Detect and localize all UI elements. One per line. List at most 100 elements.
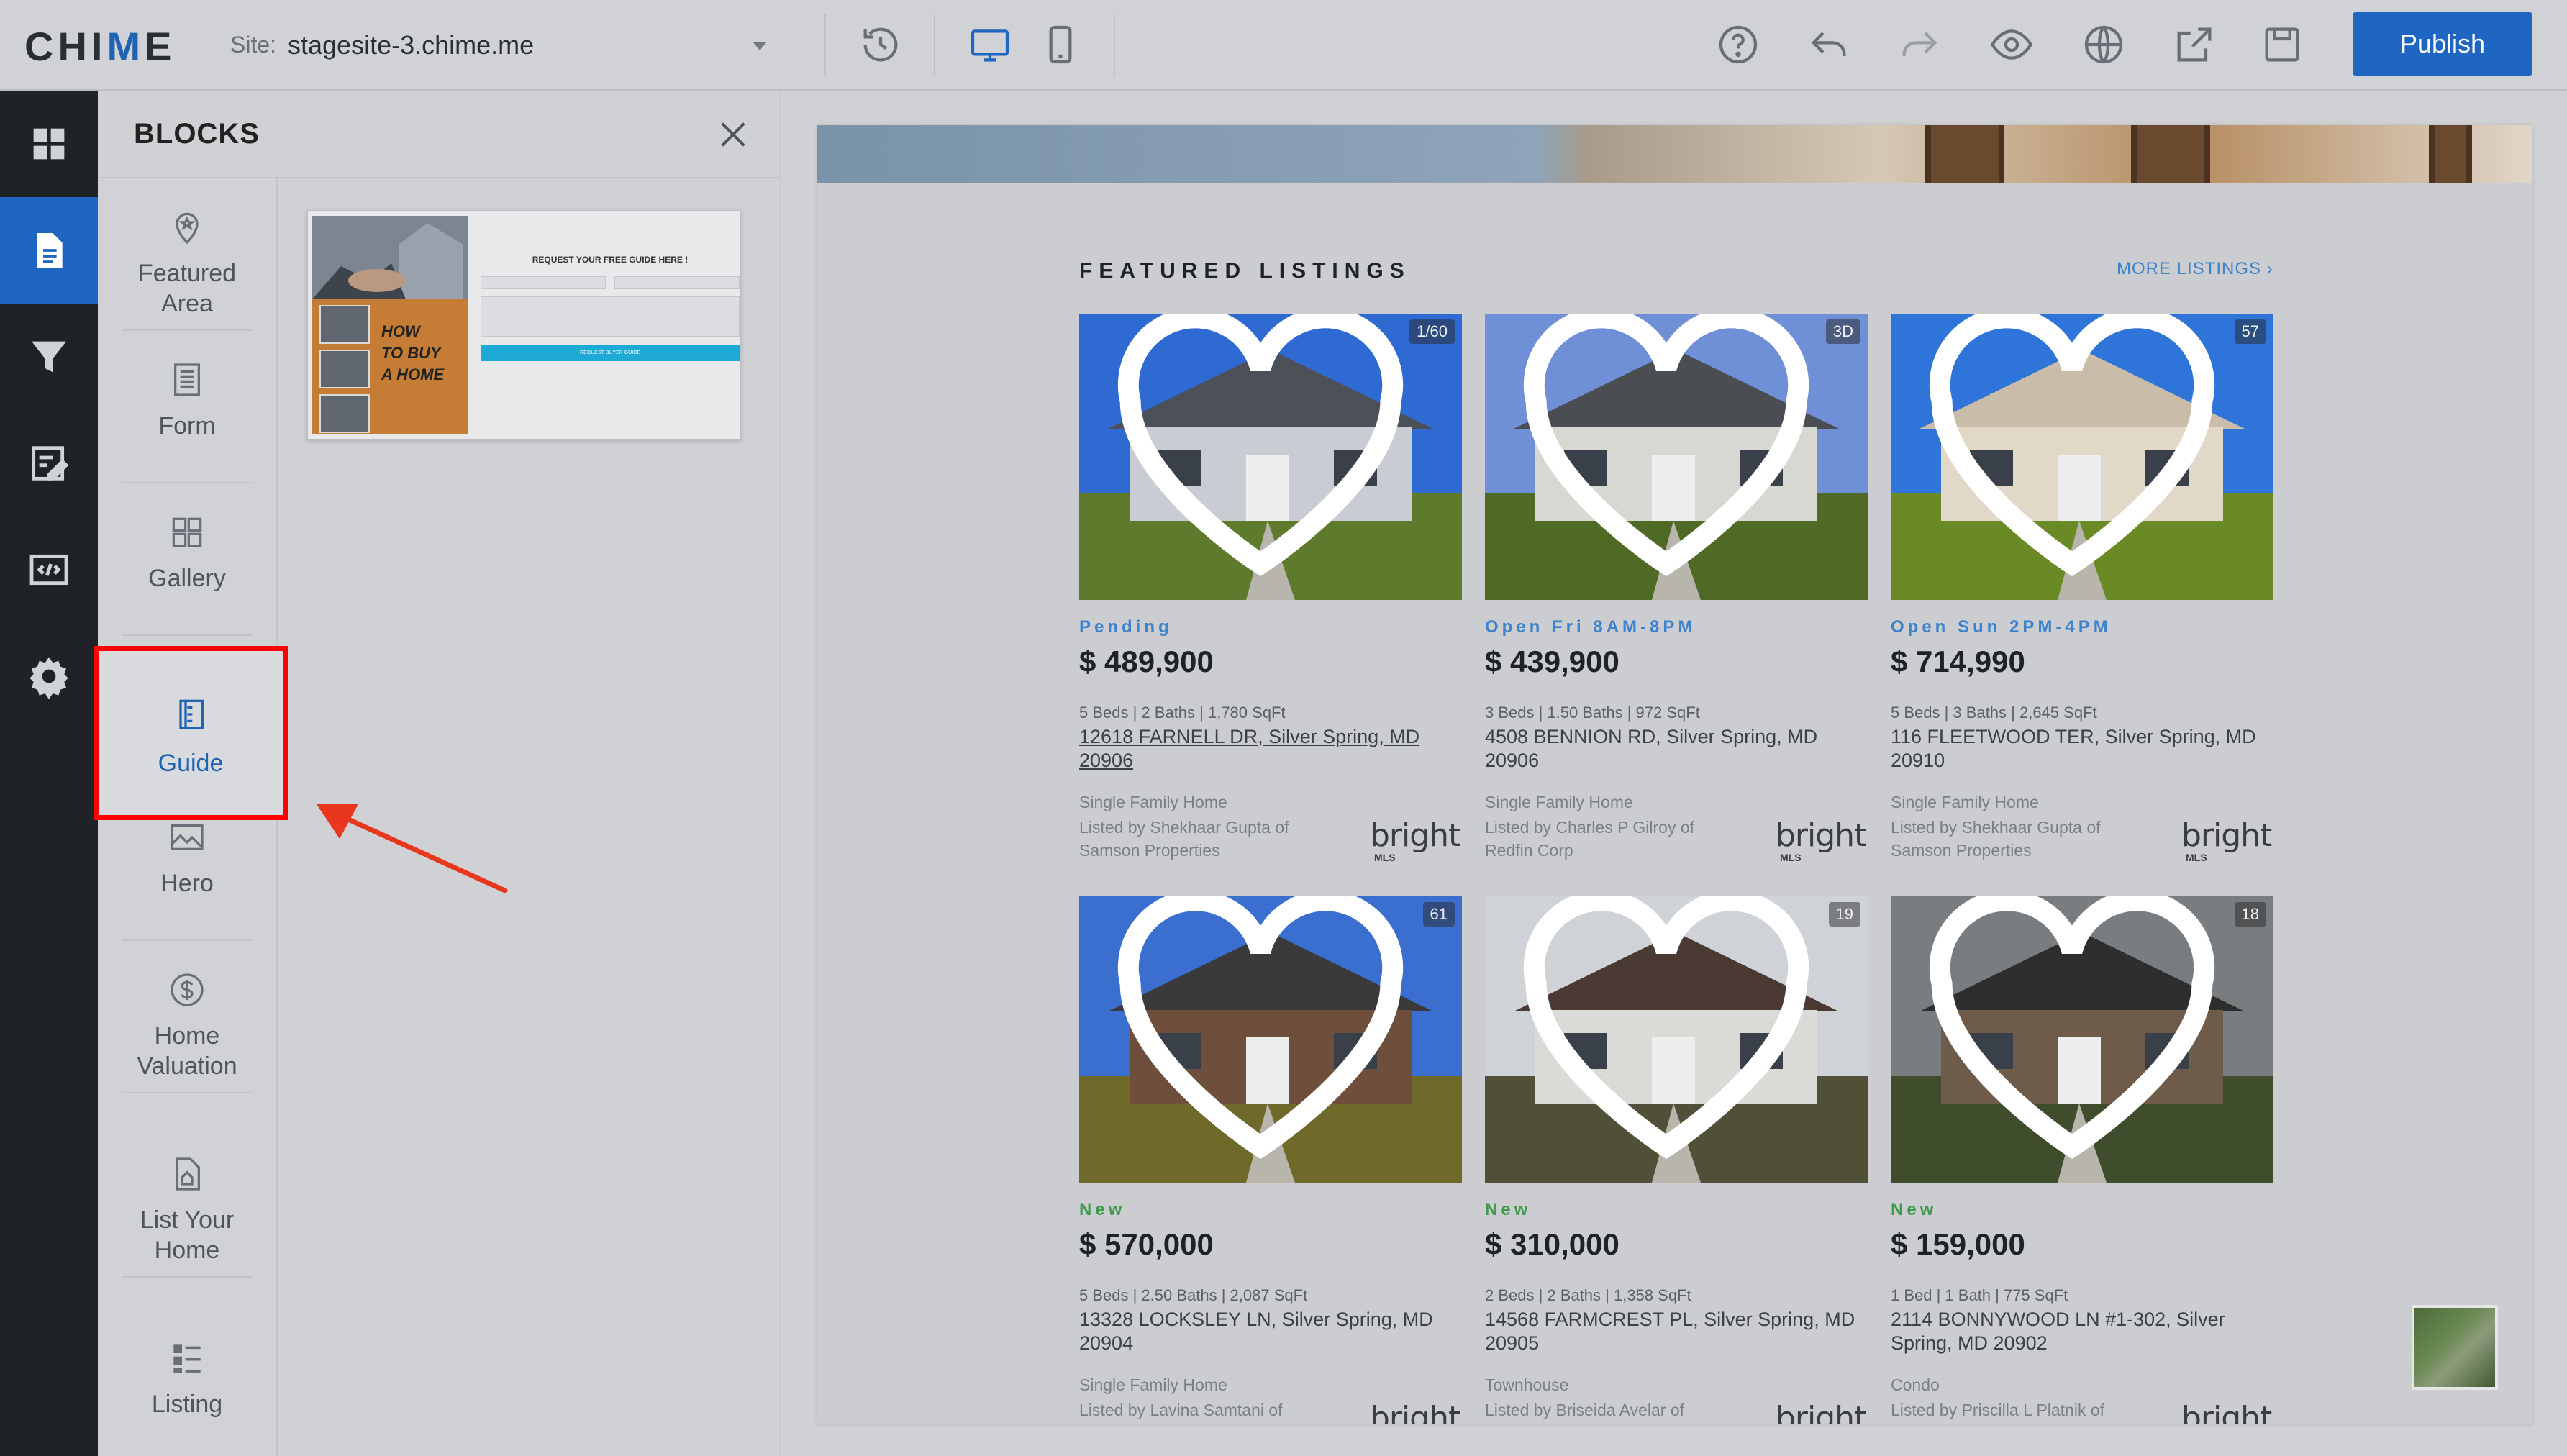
- document-house-icon: [176, 1157, 200, 1191]
- export-icon[interactable]: [2171, 22, 2217, 68]
- block-label: Valuation: [137, 1052, 237, 1080]
- dollar-icon: [171, 973, 204, 1006]
- block-label: Featured: [137, 260, 237, 287]
- listing-address[interactable]: 4508 BENNION RD, Silver Spring, MD 20906: [1485, 725, 1859, 773]
- rail-item-dashboard[interactable]: [0, 91, 98, 197]
- blocks-header: BLOCKS: [98, 91, 781, 178]
- image-icon: [171, 824, 204, 850]
- listing-agent: Listed by Charles P Gilroy of Redfin Cor…: [1485, 818, 1695, 860]
- rail-item-edit[interactable]: [0, 410, 98, 517]
- publish-button[interactable]: Publish: [2353, 12, 2532, 76]
- chime-logo[interactable]: CHIME: [24, 23, 176, 70]
- listing-card[interactable]: 3D Open Fri 8AM-8PM $ 439,900 3 Beds | 1.50…: [1485, 314, 1868, 882]
- more-listings-link[interactable]: MORE LISTINGS ›: [2117, 259, 2273, 279]
- preview-field: [481, 296, 740, 337]
- heart-icon[interactable]: [1891, 896, 2263, 1173]
- panel-title: BLOCKS: [134, 118, 260, 150]
- listing-price: $ 439,900: [1485, 645, 1619, 678]
- listing-type: Townhouse: [1485, 1375, 1569, 1394]
- listing-address[interactable]: 14568 FARMCREST PL, Silver Spring, MD 20…: [1485, 1308, 1859, 1355]
- listing-photo[interactable]: 18: [1891, 896, 2273, 1183]
- help-icon[interactable]: [1715, 22, 1761, 68]
- undo-icon[interactable]: [1806, 22, 1852, 68]
- mls-logo-sub: MLS: [1374, 852, 1396, 863]
- listing-status: Open Sun 2PM-4PM: [1891, 617, 2112, 637]
- page-canvas: FEATURED LISTINGS MORE LISTINGS › 1/60 Pe…: [817, 125, 2532, 1424]
- mls-logo: bright: [1776, 817, 1866, 854]
- desktop-icon[interactable]: [967, 22, 1013, 68]
- redo-icon[interactable]: [1896, 22, 1943, 68]
- listing-agent: Listed by Shekhaar Gupta of Samson Prope…: [1891, 818, 2101, 860]
- heart-icon[interactable]: [1079, 314, 1452, 590]
- globe-icon[interactable]: [2081, 22, 2127, 68]
- settings-icon: [29, 657, 68, 699]
- preview-title: REQUEST YOUR FREE GUIDE HERE !: [532, 255, 689, 265]
- listing-card[interactable]: 19 New $ 310,000 2 Beds | 2 Baths | 1,358 S…: [1485, 896, 1868, 1424]
- list-icon: [173, 1344, 201, 1373]
- block-label: Area: [161, 290, 213, 317]
- preview-image: HOW TO BUY A HOME: [312, 216, 468, 434]
- history-icon[interactable]: [858, 22, 904, 68]
- heart-icon[interactable]: [1079, 896, 1452, 1173]
- listing-address[interactable]: 12618 FARNELL DR, Silver Spring, MD 2090…: [1079, 725, 1453, 773]
- site-selector[interactable]: stagesite-3.chime.me: [288, 30, 534, 60]
- block-guide-highlighted[interactable]: Guide: [99, 651, 283, 815]
- guide-icon: [179, 699, 204, 729]
- save-icon[interactable]: [2259, 22, 2305, 68]
- block-listing[interactable]: Listing: [122, 1309, 252, 1456]
- pages-icon: [37, 233, 63, 268]
- block-form[interactable]: Form: [122, 331, 252, 483]
- preview-icon[interactable]: [1989, 22, 2035, 68]
- rail-item-settings[interactable]: [0, 623, 98, 729]
- preview-button: REQUEST BUYER GUIDE: [481, 345, 740, 361]
- guide-block-preview[interactable]: HOW TO BUY A HOME REQUEST YOUR FREE GUID…: [306, 210, 741, 440]
- listing-photo[interactable]: 19: [1485, 896, 1868, 1183]
- listing-card[interactable]: 1/60 Pending $ 489,900 5 Beds | 2 Baths | 1…: [1079, 314, 1462, 882]
- form-icon: [174, 363, 200, 396]
- listing-address[interactable]: 13328 LOCKSLEY LN, Silver Spring, MD 209…: [1079, 1308, 1453, 1355]
- divider: [934, 14, 935, 76]
- location-pin-icon: [176, 212, 199, 245]
- listing-photo[interactable]: 1/60: [1079, 314, 1462, 600]
- mls-logo: bright: [2181, 1400, 2272, 1424]
- listing-address[interactable]: 2114 BONNYWOOD LN #1-302, Silver Spring,…: [1891, 1308, 2265, 1355]
- preview-thumb: [319, 350, 370, 388]
- block-list-your-home[interactable]: List Your Home: [122, 1125, 252, 1278]
- listing-status: New: [1079, 1200, 1126, 1219]
- mobile-icon[interactable]: [1037, 22, 1083, 68]
- code-icon: [29, 554, 68, 586]
- map-thumbnail[interactable]: [2412, 1305, 2498, 1390]
- listing-photo[interactable]: 61: [1079, 896, 1462, 1183]
- site-label: Site:: [230, 32, 277, 58]
- mls-logo: bright: [1370, 1400, 1460, 1424]
- listing-specs: 5 Beds | 2 Baths | 1,780 SqFt: [1079, 704, 1286, 722]
- heart-icon[interactable]: [1485, 896, 1858, 1173]
- listing-address[interactable]: 116 FLEETWOOD TER, Silver Spring, MD 209…: [1891, 725, 2265, 773]
- rail-item-funnel[interactable]: [0, 304, 98, 410]
- block-gallery[interactable]: Gallery: [122, 483, 252, 636]
- listing-photo[interactable]: 57: [1891, 314, 2273, 600]
- rail-item-pages[interactable]: [0, 197, 98, 304]
- listing-card[interactable]: 61 New $ 570,000 5 Beds | 2.50 Baths | 2,08…: [1079, 896, 1462, 1424]
- preview-thumb: [319, 305, 370, 344]
- mls-logo: bright: [2181, 817, 2272, 854]
- block-label: Hero: [160, 870, 214, 897]
- close-icon[interactable]: [717, 118, 750, 151]
- heart-icon[interactable]: [1891, 314, 2263, 590]
- listing-card[interactable]: 57 Open Sun 2PM-4PM $ 714,990 5 Beds | 3 Ba…: [1891, 314, 2273, 882]
- preview-handshake-photo: [312, 216, 468, 299]
- divider: [1114, 14, 1115, 76]
- listing-photo[interactable]: 3D: [1485, 314, 1868, 600]
- listing-type: Single Family Home: [1079, 793, 1227, 811]
- listing-card[interactable]: 18 New $ 159,000 1 Bed | 1 Bath | 775 SqFt 2…: [1891, 896, 2273, 1424]
- listing-agent: Listed by Lavina Samtani of: [1079, 1401, 1283, 1419]
- chevron-down-icon[interactable]: [753, 42, 767, 50]
- section-title: FEATURED LISTINGS: [1079, 259, 1411, 283]
- heart-icon[interactable]: [1485, 314, 1858, 590]
- gallery-icon: [172, 517, 202, 547]
- rail-item-code[interactable]: [0, 517, 98, 623]
- listing-specs: 2 Beds | 2 Baths | 1,358 SqFt: [1485, 1286, 1691, 1304]
- block-featured-area[interactable]: Featured Area: [122, 178, 252, 331]
- block-home-valuation[interactable]: Home Valuation: [122, 941, 252, 1093]
- window: [2131, 125, 2210, 183]
